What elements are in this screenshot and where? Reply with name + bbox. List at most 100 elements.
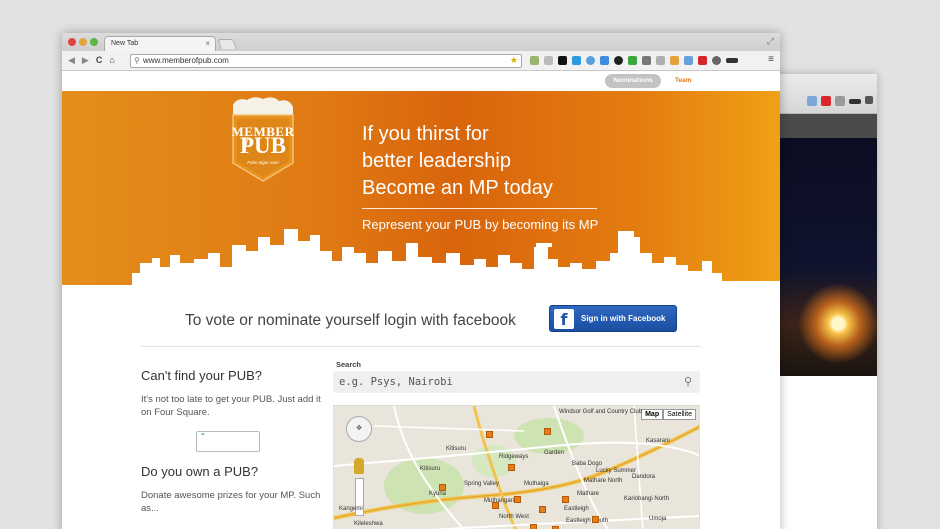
nominations-button[interactable]: Nominations (605, 74, 661, 88)
map-label: Muthangari (484, 498, 515, 504)
left-sidebar: Can't find your PUB? It's not too late t… (141, 368, 321, 515)
ext-icon[interactable] (628, 56, 637, 65)
map-label: Mathare (577, 491, 600, 497)
pub-marker[interactable] (514, 496, 521, 503)
tab-new-tab[interactable]: New Tab × (104, 36, 216, 51)
background-extension-icons (807, 96, 873, 106)
ext-icon[interactable] (586, 56, 595, 65)
hero-divider (362, 208, 597, 209)
satellite-view-button[interactable]: Satellite (663, 409, 696, 420)
map-label: Eastleigh South (566, 518, 609, 524)
map-label: Muthaiga (524, 481, 549, 487)
home-icon[interactable]: ⌂ (109, 55, 114, 66)
login-prompt: To vote or nominate yourself login with … (185, 312, 516, 329)
section-divider (141, 346, 701, 347)
ext-icon[interactable] (544, 56, 553, 65)
browser-window: New Tab × ⤢ ◀ ▶ C ⌂ ⚲ www.memberofpub.co… (62, 33, 780, 529)
pub-marker[interactable] (439, 484, 446, 491)
search-icon[interactable]: ⚲ (684, 371, 692, 393)
map-label: Baba Dogo (572, 461, 603, 467)
pan-control[interactable]: ✥ (346, 416, 372, 442)
map-label: Mathare North (584, 478, 623, 484)
pub-marker[interactable] (486, 431, 493, 438)
team-link[interactable]: Team (675, 77, 692, 84)
map-type-toggle: Map Satellite (641, 409, 696, 420)
nav-buttons: ◀ ▶ C ⌂ (68, 55, 115, 66)
ext-icon[interactable] (600, 56, 609, 65)
tab-bar: New Tab × ⤢ (62, 33, 780, 51)
map-label: Windsor Golf and Country Club (559, 409, 643, 415)
ext-icon[interactable] (656, 56, 665, 65)
pub-marker[interactable] (508, 464, 515, 471)
foursquare-button[interactable]: ˆ (196, 431, 260, 452)
ext-icon[interactable] (698, 56, 707, 65)
ext-icon[interactable] (684, 56, 693, 65)
ext-icon[interactable] (712, 56, 721, 65)
map-label: Dandora (632, 474, 656, 480)
search-placeholder: e.g. Psys, Nairobi (339, 376, 453, 388)
back-arrow-icon[interactable]: ◀ (68, 55, 75, 66)
night-city-photo (780, 138, 877, 376)
pub-marker[interactable] (492, 502, 499, 509)
site-nav: Nominations Team (62, 71, 780, 91)
map-label: Kyuna (429, 491, 447, 497)
logo-tagline: Fubo eiger nam (247, 160, 279, 165)
map-label: North West (499, 514, 529, 520)
maximize-window-icon[interactable] (90, 38, 98, 46)
ext-icon[interactable] (558, 56, 567, 65)
map-label: Kasarani (646, 438, 670, 444)
hero-banner: MEMBER of PUB Fubo eiger nam If you thir… (62, 91, 780, 293)
pub-map[interactable]: Map Satellite ✥ Windsor Golf and Country… (333, 405, 700, 529)
close-tab-icon[interactable]: × (205, 39, 210, 48)
ext-icon[interactable] (614, 56, 623, 65)
pub-marker[interactable] (562, 496, 569, 503)
map-label: Kitisuru (420, 466, 441, 472)
headline-line: Become an MP today (362, 177, 553, 199)
close-window-icon[interactable] (68, 38, 76, 46)
cant-find-pub-title: Can't find your PUB? (141, 368, 262, 383)
facebook-sign-in-button[interactable]: f Sign in with Facebook (549, 305, 677, 332)
facebook-button-label: Sign in with Facebook (581, 314, 666, 323)
map-label: Spring Valley (464, 481, 499, 487)
pub-marker[interactable] (530, 524, 537, 529)
street-view-pegman-icon[interactable] (354, 458, 364, 474)
forward-arrow-icon[interactable]: ▶ (82, 55, 89, 66)
ext-icon (807, 96, 817, 106)
window-controls (68, 38, 98, 46)
extension-icons (530, 56, 738, 65)
pub-marker[interactable] (539, 506, 546, 513)
ext-icon (821, 96, 831, 106)
member-of-pub-logo[interactable]: MEMBER of PUB Fubo eiger nam (227, 95, 299, 185)
ext-icon[interactable] (642, 56, 651, 65)
pub-marker[interactable] (592, 516, 599, 523)
map-view-button[interactable]: Map (641, 409, 664, 420)
ext-icon[interactable] (530, 56, 539, 65)
ext-icon (835, 96, 845, 106)
pub-marker[interactable] (544, 428, 551, 435)
ext-icon[interactable] (726, 58, 738, 63)
tab-title: New Tab (111, 40, 139, 47)
map-label: Kileleshwa (354, 521, 383, 527)
hero-headline: If you thirst for better leadership Beco… (362, 121, 553, 202)
map-label: Umoja (649, 516, 667, 522)
headline-line: better leadership (362, 150, 511, 172)
logo-pub-text: PUB (240, 133, 286, 158)
new-tab-button[interactable] (217, 39, 237, 49)
search-label: Search (336, 360, 362, 369)
address-bar[interactable]: ⚲ www.memberofpub.com ★ (130, 54, 522, 68)
ext-icon (849, 99, 861, 104)
reload-icon[interactable]: C (96, 55, 103, 66)
foursquare-icon: ˆ (201, 433, 205, 444)
map-label: Kangemi (339, 506, 363, 512)
fullscreen-icon[interactable]: ⤢ (767, 36, 774, 47)
city-skyline (62, 229, 780, 293)
ext-icon[interactable] (670, 56, 679, 65)
map-label: Eastleigh (564, 506, 589, 512)
map-label: Garden (544, 450, 565, 456)
bookmark-star-icon[interactable]: ★ (510, 55, 518, 66)
search-input[interactable]: e.g. Psys, Nairobi ⚲ (333, 371, 700, 393)
map-roads (334, 406, 699, 529)
ext-icon[interactable] (572, 56, 581, 65)
minimize-window-icon[interactable] (79, 38, 87, 46)
menu-icon[interactable]: ≡ (768, 54, 774, 65)
